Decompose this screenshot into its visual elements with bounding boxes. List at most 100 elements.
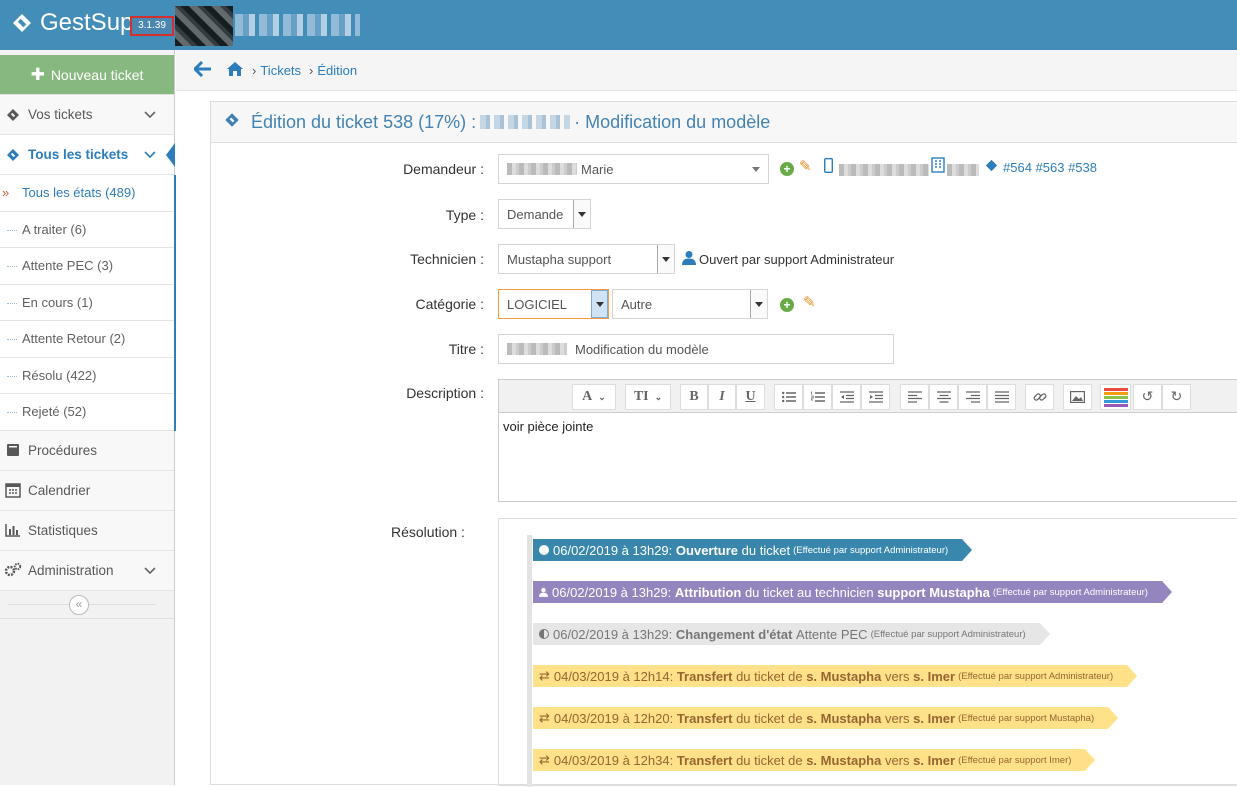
add-user-icon[interactable]: +	[780, 160, 794, 177]
image-icon[interactable]	[1063, 384, 1092, 410]
double-chevron-left-icon: «	[69, 594, 89, 615]
chevron-down-icon	[144, 563, 174, 578]
font-size-button[interactable]: TI ⌄	[625, 384, 671, 410]
building-icon	[931, 157, 945, 177]
ticket-icon	[223, 111, 241, 134]
chevron-down-icon	[657, 245, 674, 273]
redacted-user	[480, 115, 571, 129]
titre-label: Titre :	[448, 341, 484, 357]
ticket-icon	[984, 158, 999, 177]
align-justify-icon[interactable]	[987, 384, 1016, 410]
related-tickets-links[interactable]: #564 #563 #538	[1003, 160, 1097, 175]
italic-button[interactable]: I	[708, 384, 736, 410]
ticket-header-suffix: · Modification du modèle	[574, 111, 771, 132]
redacted-company	[947, 164, 979, 176]
link-icon[interactable]	[1025, 384, 1054, 410]
bullet-list-icon[interactable]	[774, 384, 803, 410]
edit-pencil-icon[interactable]: ✎	[799, 157, 812, 175]
timeline-event-transfer: ⇄ 04/03/2019 à 12h20: Transfert du ticke…	[533, 707, 1119, 729]
submenu-a-traiter[interactable]: A traiter (6)	[0, 212, 174, 248]
edit-pencil-icon[interactable]: ✎	[803, 293, 816, 311]
exchange-icon: ⇄	[539, 710, 550, 725]
technicien-select[interactable]: Mustapha support	[498, 244, 675, 274]
sidebar-item-administration[interactable]: Administration	[0, 550, 174, 591]
opened-by-text: Ouvert par support Administrateur	[699, 252, 895, 267]
indent-icon[interactable]	[861, 384, 890, 410]
type-select[interactable]: Demande	[498, 199, 591, 229]
home-icon[interactable]	[226, 61, 244, 80]
ticket-icon	[0, 107, 26, 123]
ticket-edit-widget: Édition du ticket 538 (17%) : · Modifica…	[210, 101, 1237, 787]
tickets-submenu: Tous les états (489) A traiter (6) Atten…	[0, 175, 176, 431]
chevron-down-icon	[144, 107, 174, 122]
submenu-en-cours[interactable]: En cours (1)	[0, 285, 174, 321]
submenu-rejete[interactable]: Rejeté (52)	[0, 394, 174, 431]
submenu-attente-retour[interactable]: Attente Retour (2)	[0, 321, 174, 358]
sidebar-item-procedures[interactable]: Procédures	[0, 430, 174, 471]
numbered-list-icon[interactable]	[803, 384, 832, 410]
description-label: Description :	[406, 385, 484, 401]
timeline-event-transfer: ⇄ 04/03/2019 à 12h14: Transfert du ticke…	[533, 665, 1138, 687]
ticket-icon	[0, 147, 26, 163]
redacted-logo	[175, 6, 233, 46]
ticket-logo-icon	[13, 14, 31, 32]
categorie-select[interactable]: LOGICIEL	[498, 289, 609, 319]
sidebar-item-statistiques[interactable]: Statistiques	[0, 510, 174, 551]
technicien-label: Technicien :	[410, 251, 484, 267]
breadcrumb: › Tickets › Édition	[176, 50, 1237, 91]
undo-icon[interactable]: ↺	[1133, 384, 1162, 410]
resolution-label: Résolution :	[391, 524, 465, 540]
ticket-header-prefix: Édition du ticket 538 (17%) :	[251, 111, 477, 132]
timeline-event-state-change: 06/02/2019 à 13h29: Changement d'état At…	[533, 623, 1050, 645]
submenu-attente-pec[interactable]: Attente PEC (3)	[0, 248, 174, 285]
sidebar-item-tous-tickets[interactable]: Tous les tickets	[0, 135, 175, 175]
phone-icon	[823, 157, 833, 177]
timeline-event-attribution: 06/02/2019 à 13h29: Attribution du ticke…	[533, 581, 1172, 603]
breadcrumb-tickets-link[interactable]: Tickets	[260, 63, 301, 78]
breadcrumb-edition: Édition	[317, 62, 358, 78]
top-navbar: GestSup 3.1.39	[0, 0, 1237, 50]
sidebar-item-vos-tickets[interactable]: Vos tickets	[0, 95, 174, 135]
type-label: Type :	[445, 207, 484, 223]
bold-button[interactable]: B	[680, 384, 708, 410]
chevron-down-icon	[573, 200, 590, 228]
font-button[interactable]: A ⌄	[572, 384, 616, 410]
redacted-phone	[839, 164, 929, 176]
book-icon	[0, 443, 26, 457]
align-right-icon[interactable]	[958, 384, 987, 410]
new-ticket-button[interactable]: ✚ Nouveau ticket	[0, 55, 174, 95]
submenu-resolu[interactable]: Résolu (422)	[0, 358, 174, 394]
chevron-down-icon	[591, 290, 608, 318]
submenu-all-states[interactable]: Tous les états (489)	[0, 175, 174, 212]
timeline-event-transfer: ⇄ 04/03/2019 à 12h34: Transfert du ticke…	[533, 749, 1096, 771]
demandeur-select[interactable]: Marie	[498, 154, 769, 184]
ticket-header: Édition du ticket 538 (17%) : · Modifica…	[211, 102, 1237, 143]
user-icon	[682, 250, 696, 269]
categorie-label: Catégorie :	[415, 296, 484, 312]
circle-icon	[539, 545, 549, 555]
new-ticket-label: Nouveau ticket	[50, 66, 144, 83]
sidebar-item-calendrier[interactable]: Calendrier	[0, 470, 174, 511]
align-center-icon[interactable]	[929, 384, 958, 410]
align-left-icon[interactable]	[900, 384, 929, 410]
timeline-event-opening: 06/02/2019 à 13h29: Ouverture du ticket(…	[533, 539, 973, 561]
version-badge: 3.1.39	[130, 16, 174, 36]
color-palette-icon[interactable]	[1100, 384, 1131, 410]
exchange-icon: ⇄	[539, 668, 550, 683]
half-circle-icon	[539, 629, 549, 639]
titre-input[interactable]: Modification du modèle	[498, 334, 894, 364]
exchange-icon: ⇄	[539, 752, 550, 767]
editor-toolbar: A ⌄ TI ⌄ B I U ↺ ↻	[498, 379, 1237, 412]
redacted-company-name	[235, 14, 360, 36]
description-editor[interactable]: voir pièce jointe	[498, 412, 1237, 502]
chevron-down-icon	[144, 147, 174, 162]
calendar-icon	[0, 482, 26, 498]
underline-button[interactable]: U	[736, 384, 765, 410]
redo-icon[interactable]: ↻	[1162, 384, 1191, 410]
outdent-icon[interactable]	[832, 384, 861, 410]
add-category-icon[interactable]: +	[780, 296, 794, 313]
back-arrow-icon[interactable]	[192, 60, 212, 80]
app-logo[interactable]: GestSup	[10, 9, 133, 37]
subcategorie-select[interactable]: Autre	[612, 289, 768, 319]
sidebar-collapse-toggle[interactable]: «	[0, 591, 174, 619]
